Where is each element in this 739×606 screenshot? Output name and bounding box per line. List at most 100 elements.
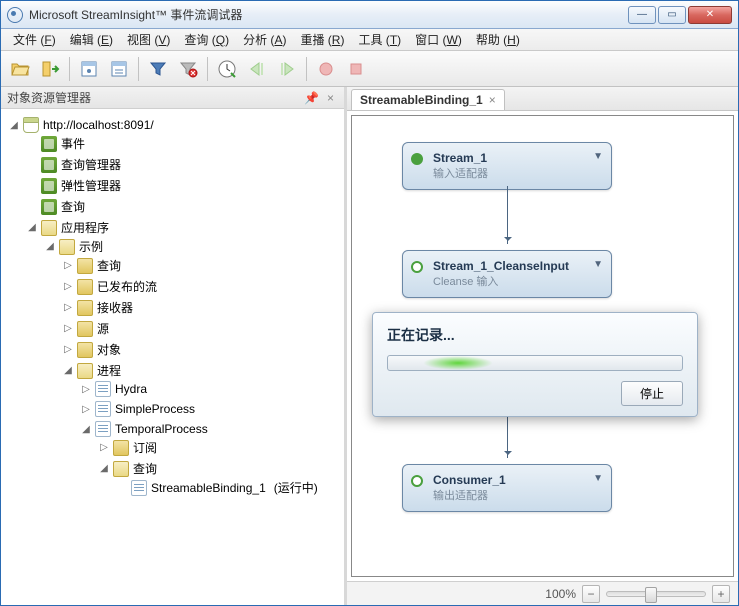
tree-label: 接收器	[97, 299, 133, 316]
tree-label: 查询	[61, 198, 85, 215]
tree-item[interactable]: ▷ 接收器	[63, 299, 340, 316]
menu-查询[interactable]: 查询 (Q)	[178, 29, 235, 50]
tree-item[interactable]: 事件	[27, 135, 340, 152]
collapse-icon[interactable]: ◢	[99, 464, 109, 474]
menu-编辑[interactable]: 编辑 (E)	[64, 29, 119, 50]
expand-icon[interactable]: ▷	[63, 324, 73, 334]
chevron-down-icon[interactable]: ▼	[593, 151, 603, 162]
menu-分析[interactable]: 分析 (A)	[237, 29, 292, 50]
process-icon	[95, 381, 111, 397]
tab-close-icon[interactable]: ×	[489, 93, 496, 107]
collapse-icon[interactable]: ◢	[45, 242, 55, 252]
toolbar	[1, 51, 738, 87]
object-tree[interactable]: ◢ http://localhost:8091/ 事件查询管理器弹性管理器查询 …	[1, 109, 344, 605]
object-explorer-pane: 对象资源管理器 📌 × ◢ http://localhost:8091/ 事件查…	[1, 87, 347, 605]
object-explorer-title: 对象资源管理器	[7, 89, 91, 106]
expand-icon[interactable]: ▷	[63, 345, 73, 355]
menu-视图[interactable]: 视图 (V)	[121, 29, 176, 50]
folder-icon	[113, 440, 129, 456]
node-title: Consumer_1	[433, 473, 601, 487]
tree-item[interactable]: ▷ 对象	[63, 341, 340, 358]
menu-工具[interactable]: 工具 (T)	[352, 29, 407, 50]
chevron-down-icon[interactable]: ▼	[593, 473, 603, 484]
tab-binding[interactable]: StreamableBinding_1 ×	[351, 89, 505, 110]
tree-item[interactable]: ▷Hydra	[81, 381, 340, 397]
open-file-button[interactable]	[7, 56, 33, 82]
diagram-arrow	[507, 186, 508, 244]
diagram-node-stream[interactable]: Stream_1 输入适配器 ▼	[402, 142, 612, 190]
tree-label: 订阅	[133, 439, 157, 456]
stop-button[interactable]	[343, 56, 369, 82]
chevron-down-icon[interactable]: ▼	[593, 259, 603, 270]
expand-icon[interactable]: ▷	[81, 384, 91, 394]
folder-icon	[77, 342, 93, 358]
expand-icon[interactable]: ▷	[99, 443, 109, 453]
expand-icon[interactable]: ▷	[63, 303, 73, 313]
tree-temporal-query[interactable]: ◢ 查询	[99, 460, 340, 477]
zoom-in-button[interactable]: +	[712, 585, 730, 603]
tree-label: StreamableBinding_1	[151, 481, 266, 495]
clear-filter-button[interactable]	[175, 56, 201, 82]
tree-label: 对象	[97, 341, 121, 358]
tree-root[interactable]: ◢ http://localhost:8091/	[9, 117, 340, 133]
tree-item[interactable]: 查询管理器	[27, 156, 340, 173]
folder-open-icon	[59, 239, 75, 255]
zoom-out-button[interactable]: −	[582, 585, 600, 603]
collapse-icon[interactable]: ◢	[27, 223, 37, 233]
tree-label: 应用程序	[61, 219, 109, 236]
expand-icon[interactable]: ▷	[63, 261, 73, 271]
collapse-icon[interactable]: ◢	[63, 366, 73, 376]
tree-item[interactable]: ▷ 已发布的流	[63, 278, 340, 295]
maximize-button[interactable]: ▭	[658, 6, 686, 24]
tree-label: 已发布的流	[97, 278, 157, 295]
zoom-slider[interactable]	[606, 591, 706, 597]
minimize-button[interactable]: —	[628, 6, 656, 24]
expand-icon[interactable]: ▷	[63, 282, 73, 292]
grid-button-1[interactable]	[76, 56, 102, 82]
diagram-node-cleanse[interactable]: Stream_1_CleanseInput Cleanse 输入 ▼	[402, 250, 612, 298]
tree-proc[interactable]: ◢ 进程	[63, 362, 340, 379]
progress-bar	[387, 355, 683, 371]
tree-sample[interactable]: ◢ 示例	[45, 238, 340, 255]
tree-item[interactable]: 查询	[27, 198, 340, 215]
pin-icon[interactable]: 📌	[300, 91, 323, 105]
tree-label: SimpleProcess	[115, 402, 195, 416]
editor-pane: StreamableBinding_1 × Stream_1 输入适配器 ▼ S…	[347, 87, 738, 605]
tree-apps[interactable]: ◢ 应用程序	[27, 219, 340, 236]
step-forward-button[interactable]	[274, 56, 300, 82]
collapse-icon[interactable]: ◢	[9, 120, 19, 130]
tree-label: 查询管理器	[61, 156, 121, 173]
tree-temporal[interactable]: ◢ TemporalProcess	[81, 421, 340, 437]
expand-icon[interactable]: ▷	[81, 404, 91, 414]
tree-item[interactable]: 弹性管理器	[27, 177, 340, 194]
record-button[interactable]	[313, 56, 339, 82]
menu-帮助[interactable]: 帮助 (H)	[470, 29, 526, 50]
menu-重播[interactable]: 重播 (R)	[294, 29, 350, 50]
step-back-button[interactable]	[244, 56, 270, 82]
stop-recording-button[interactable]: 停止	[621, 381, 683, 406]
tree-item[interactable]: ▷查询	[63, 257, 340, 274]
tree-binding[interactable]: StreamableBinding_1 (运行中)	[117, 479, 340, 496]
tree-label: http://localhost:8091/	[43, 118, 154, 132]
object-explorer-header: 对象资源管理器 📌 ×	[1, 87, 344, 109]
filter-button[interactable]	[145, 56, 171, 82]
grid-button-2[interactable]	[106, 56, 132, 82]
tree-item[interactable]: ▷源	[63, 320, 340, 337]
close-pane-icon[interactable]: ×	[323, 91, 338, 105]
diagram-canvas[interactable]: Stream_1 输入适配器 ▼ Stream_1_CleanseInput C…	[351, 115, 734, 577]
close-button[interactable]: ✕	[688, 6, 732, 24]
folder-open-icon	[113, 461, 129, 477]
node-subtitle: Cleanse 输入	[433, 273, 601, 289]
menu-文件[interactable]: 文件 (F)	[7, 29, 62, 50]
tree-label: TemporalProcess	[115, 422, 208, 436]
collapse-icon[interactable]: ◢	[81, 424, 91, 434]
folder-open-icon	[41, 220, 57, 236]
diagram-node-consumer[interactable]: Consumer_1 输出适配器 ▼	[402, 464, 612, 512]
folder-icon	[77, 300, 93, 316]
tree-item[interactable]: ▷ SimpleProcess	[81, 401, 340, 417]
status-bar: 100% − +	[347, 581, 738, 605]
menu-窗口[interactable]: 窗口 (W)	[409, 29, 468, 50]
tree-item[interactable]: ▷ 订阅	[99, 439, 340, 456]
connect-button[interactable]	[37, 56, 63, 82]
clock-button[interactable]	[214, 56, 240, 82]
